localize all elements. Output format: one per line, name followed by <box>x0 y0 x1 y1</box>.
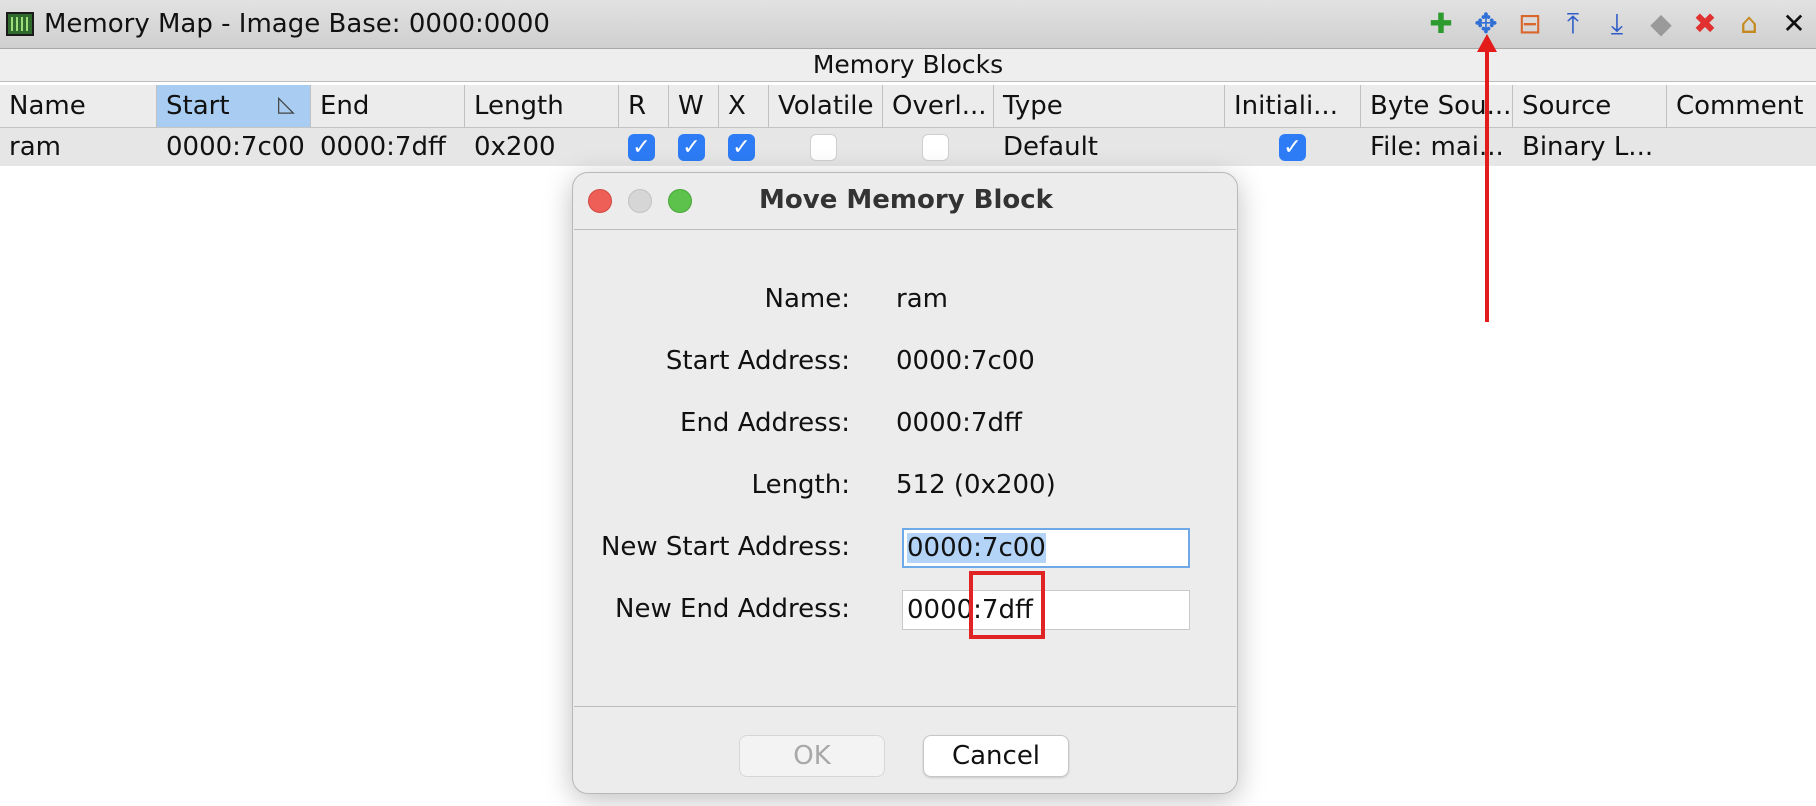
new-start-address-label: New Start Address: <box>600 532 850 562</box>
column-header-comment[interactable]: Comment <box>1667 85 1816 127</box>
cell-type: Default <box>1003 132 1098 162</box>
write-checkbox[interactable]: ✓ <box>678 134 705 161</box>
name-label: Name: <box>764 284 850 314</box>
column-header-write[interactable]: W <box>669 85 719 127</box>
cell-length: 0x200 <box>474 132 556 162</box>
annotation-highlight-box <box>969 571 1045 639</box>
window-titlebar: Memory Map - Image Base: 0000:0000 ✚ ✥ ⊟… <box>0 0 1816 49</box>
overlay-checkbox[interactable] <box>922 134 949 161</box>
ok-button[interactable]: OK <box>739 735 885 777</box>
volatile-checkbox[interactable] <box>810 134 837 161</box>
column-header-length[interactable]: Length <box>465 85 619 127</box>
column-header-type[interactable]: Type <box>994 85 1225 127</box>
cell-end: 0000:7dff <box>320 132 446 162</box>
split-block-icon[interactable]: ⊟ <box>1514 8 1546 40</box>
name-value: ram <box>896 284 948 314</box>
start-address-value: 0000:7c00 <box>896 346 1035 376</box>
dialog-form-panel: Name: ram Start Address: 0000:7c00 End A… <box>574 229 1236 707</box>
annotation-arrow-head <box>1477 34 1497 52</box>
column-header-read[interactable]: R <box>619 85 669 127</box>
read-checkbox[interactable]: ✓ <box>628 134 655 161</box>
column-header-overlay[interactable]: Overl... <box>883 85 994 127</box>
new-end-address-field[interactable]: 0000:7dff <box>902 590 1190 630</box>
column-header-start[interactable]: Start ◺ <box>157 85 311 127</box>
table-row[interactable]: ram 0000:7c00 0000:7dff 0x200 ✓ ✓ ✓ Defa… <box>0 128 1816 166</box>
dialog-title: Move Memory Block <box>759 185 1053 215</box>
table-header: Name Start ◺ End Length R W X Volatile O… <box>0 85 1816 128</box>
new-start-address-field[interactable]: 0000:7c00 <box>902 528 1190 568</box>
start-address-label: Start Address: <box>665 346 850 376</box>
sort-ascending-icon: ◺ <box>278 92 295 117</box>
initialized-checkbox[interactable]: ✓ <box>1279 134 1306 161</box>
execute-checkbox[interactable]: ✓ <box>728 134 755 161</box>
end-address-value: 0000:7dff <box>896 408 1022 438</box>
column-header-volatile[interactable]: Volatile <box>769 85 883 127</box>
window-title: Memory Map - Image Base: 0000:0000 <box>44 9 550 39</box>
set-image-base-icon[interactable]: ⌂ <box>1733 8 1765 40</box>
move-memory-block-dialog: Move Memory Block Name: ram Start Addres… <box>572 172 1238 794</box>
cell-source: Binary L... <box>1522 132 1654 162</box>
column-header-source[interactable]: Source <box>1513 85 1667 127</box>
end-address-label: End Address: <box>680 408 850 438</box>
add-block-icon[interactable]: ✚ <box>1425 8 1457 40</box>
memory-blocks-header: Memory Blocks <box>0 49 1816 82</box>
cell-comment <box>1667 128 1816 166</box>
column-header-start-label: Start <box>166 91 230 121</box>
column-header-end[interactable]: End <box>311 85 465 127</box>
memory-map-icon <box>6 12 34 36</box>
cancel-button[interactable]: Cancel <box>923 735 1069 777</box>
length-label: Length: <box>751 470 850 500</box>
cell-start: 0000:7c00 <box>166 132 305 162</box>
expand-up-icon[interactable]: ⤒ <box>1557 8 1589 40</box>
cell-byte-source: File: mai... <box>1370 132 1504 162</box>
new-start-address-selected-text: 0000:7c00 <box>907 533 1046 563</box>
length-value: 512 (0x200) <box>896 470 1056 500</box>
merge-blocks-icon[interactable]: ◆ <box>1645 8 1677 40</box>
column-header-execute[interactable]: X <box>719 85 769 127</box>
column-header-name[interactable]: Name <box>0 85 157 127</box>
close-icon[interactable]: ✕ <box>1778 8 1810 40</box>
cell-name: ram <box>9 132 61 162</box>
new-end-address-label: New End Address: <box>615 594 850 624</box>
annotation-arrow-line <box>1485 46 1489 322</box>
column-header-initialized[interactable]: Initiali... <box>1225 85 1361 127</box>
column-header-byte-source[interactable]: Byte Sou... <box>1361 85 1513 127</box>
delete-block-icon[interactable]: ✖ <box>1689 8 1721 40</box>
expand-down-icon[interactable]: ⤓ <box>1601 8 1633 40</box>
